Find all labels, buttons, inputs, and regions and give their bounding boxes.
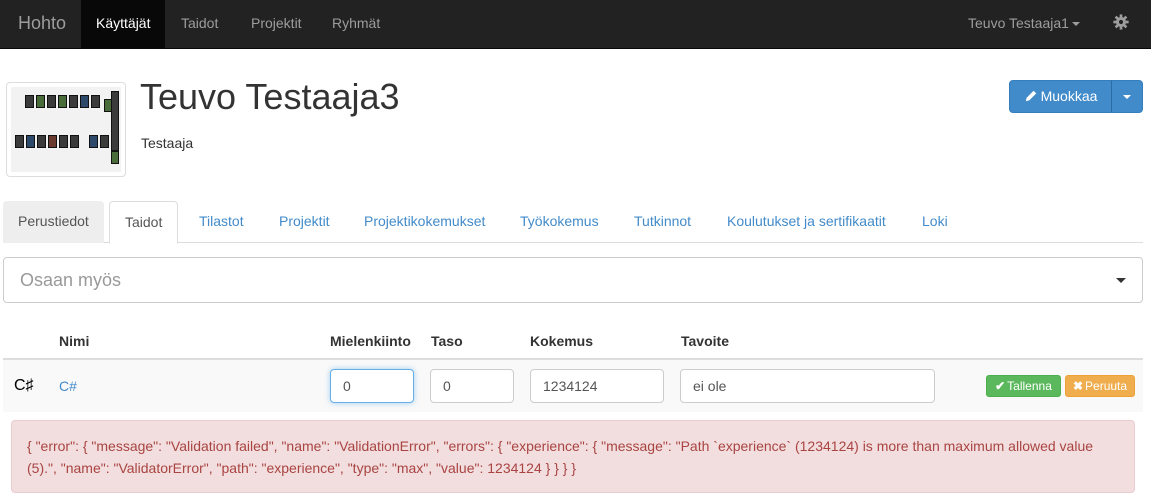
column-header-experience: Kokemus (530, 333, 594, 349)
tab-perustiedot[interactable]: Perustiedot (3, 201, 104, 243)
edit-dropdown-toggle[interactable] (1111, 80, 1143, 113)
skill-name-link[interactable]: C# (59, 378, 77, 394)
column-header-interest: Mielenkiinto (330, 333, 411, 349)
save-button-label: Tallenna (1007, 379, 1052, 393)
profile-picture-image (11, 87, 121, 172)
column-header-name: Nimi (59, 333, 90, 349)
top-navbar: Hohto Käyttäjät Taidot Projektit Ryhmät … (0, 0, 1151, 49)
cancel-button-label: Peruuta (1085, 379, 1128, 393)
skill-select[interactable]: Osaan myös (3, 257, 1143, 303)
goal-input[interactable]: ei ole (680, 369, 935, 403)
column-header-goal: Tavoite (681, 333, 729, 349)
edit-button-label: Muokkaa (1040, 88, 1098, 104)
page-title: Teuvo Testaaja3 (140, 76, 400, 117)
level-input[interactable]: 0 (430, 369, 514, 403)
profile-tabs: Perustiedot Taidot Tilastot Projektit Pr… (3, 201, 1143, 244)
pencil-icon (1025, 90, 1036, 102)
user-menu[interactable]: Teuvo Testaaja1 (968, 0, 1080, 49)
user-role: Testaaja (141, 135, 194, 151)
edit-button[interactable]: Muokkaa (1009, 80, 1112, 113)
skill-select-placeholder: Osaan myös (20, 270, 122, 290)
tab-tilastot[interactable]: Tilastot (184, 201, 259, 243)
error-alert: { "error": { "message": "Validation fail… (11, 420, 1135, 493)
chevron-down-icon (1123, 95, 1131, 99)
nav-item-taidot[interactable]: Taidot (166, 0, 233, 49)
tab-tutkinnot[interactable]: Tutkinnot (619, 201, 706, 243)
tab-projektikokemukset[interactable]: Projektikokemukset (349, 201, 500, 243)
save-button[interactable]: ✔ Tallenna (986, 375, 1061, 397)
tab-projektit[interactable]: Projektit (264, 201, 345, 243)
interest-input[interactable]: 0 (330, 369, 414, 403)
profile-picture (6, 82, 126, 177)
brand-link[interactable]: Hohto (18, 0, 66, 49)
nav-item-kayttajat[interactable]: Käyttäjät (81, 0, 166, 49)
check-icon: ✔ (995, 379, 1006, 393)
csharp-icon: C♯ (14, 377, 34, 394)
cancel-button[interactable]: ✖ Peruuta (1065, 375, 1135, 397)
nav-item-ryhmat[interactable]: Ryhmät (317, 0, 395, 49)
experience-input[interactable]: 1234124 (530, 369, 664, 403)
user-menu-label: Teuvo Testaaja1 (968, 15, 1069, 31)
close-icon: ✖ (1072, 379, 1084, 393)
nav-item-projektit[interactable]: Projektit (236, 0, 317, 49)
tab-label: Perustiedot (18, 213, 89, 229)
chevron-down-icon (1116, 278, 1126, 283)
tab-koulutukset[interactable]: Koulutukset ja sertifikaatit (712, 201, 901, 243)
tab-taidot[interactable]: Taidot (109, 201, 179, 244)
tab-loki[interactable]: Loki (907, 201, 963, 243)
gear-icon[interactable] (1112, 13, 1130, 31)
tab-tyokokemus[interactable]: Työkokemus (505, 201, 614, 243)
chevron-down-icon (1071, 22, 1080, 27)
column-header-level: Taso (431, 333, 463, 349)
